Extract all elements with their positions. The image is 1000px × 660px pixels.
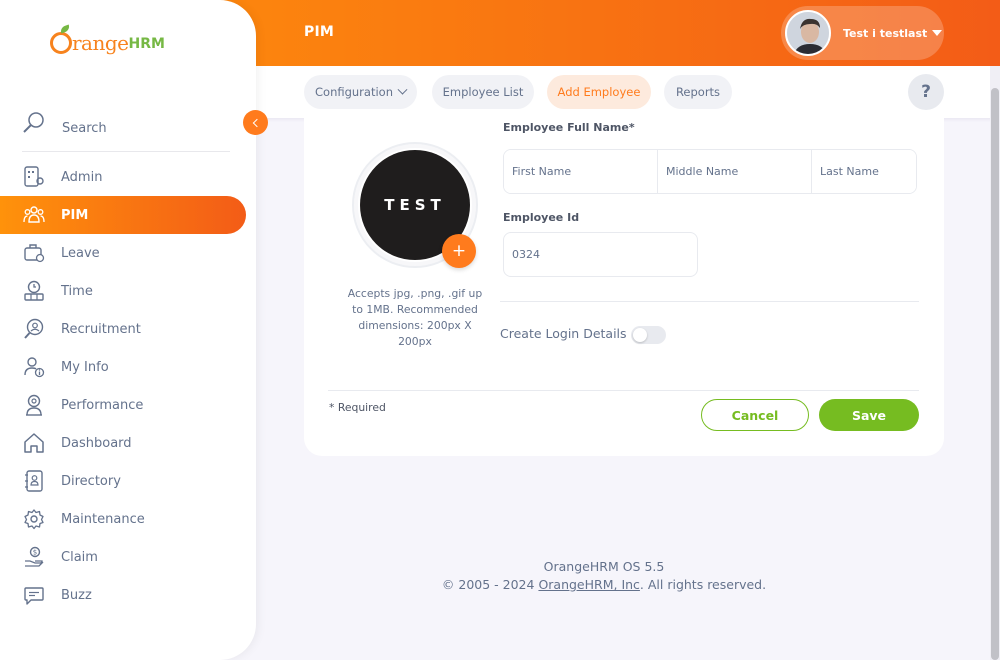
sidebar-item-label: Dashboard [61, 435, 132, 451]
people-icon [22, 203, 46, 227]
svg-text:$: $ [33, 549, 37, 557]
sidebar-item-label: Recruitment [61, 321, 141, 337]
sidebar-search[interactable]: Search [22, 110, 230, 152]
search-icon [23, 112, 44, 133]
chat-icon [22, 583, 46, 607]
home-icon [22, 431, 46, 455]
sidebar-item-recruitment[interactable]: Recruitment [0, 310, 256, 348]
award-icon [22, 393, 46, 417]
suitcase-icon [22, 241, 46, 265]
directory-icon [22, 469, 46, 493]
sidebar-item-buzz[interactable]: Buzz [0, 576, 256, 614]
full-name-label: Employee Full Name* [503, 121, 635, 134]
sidebar-item-performance[interactable]: Performance [0, 386, 256, 424]
recruitment-icon [22, 317, 46, 341]
sidebar-item-label: PIM [61, 207, 89, 223]
sidebar-item-pim[interactable]: PIM [0, 196, 246, 234]
sidebar-item-maintenance[interactable]: Maintenance [0, 500, 256, 538]
tab-reports[interactable]: Reports [664, 75, 732, 109]
chevron-down-icon [397, 84, 408, 95]
sidebar-item-directory[interactable]: Directory [0, 462, 256, 500]
sidebar-item-claim[interactable]: $ Claim [0, 538, 256, 576]
copyright-suffix: . All rights reserved. [639, 577, 767, 592]
sidebar-item-label: Leave [61, 245, 100, 261]
sidebar-item-label: Directory [61, 473, 121, 489]
search-label: Search [62, 121, 107, 136]
sidebar-item-my-info[interactable]: My Info [0, 348, 256, 386]
company-link[interactable]: OrangeHRM, Inc [538, 577, 639, 592]
divider [328, 390, 919, 391]
claim-icon: $ [22, 545, 46, 569]
divider [500, 301, 919, 302]
first-name-input[interactable] [504, 150, 658, 193]
sidebar: range HRM Search Admin PIM Leave Time Rec… [0, 0, 256, 660]
help-button[interactable]: ? [908, 74, 944, 110]
sidebar-item-dashboard[interactable]: Dashboard [0, 424, 256, 462]
footer-copyright: © 2005 - 2024 OrangeHRM, Inc. All rights… [234, 576, 974, 594]
chevron-left-icon [252, 118, 262, 127]
sidebar-item-label: Performance [61, 397, 144, 413]
tab-employee-list[interactable]: Employee List [432, 75, 534, 109]
add-photo-button[interactable]: + [442, 234, 476, 268]
copyright-prefix: © 2005 - 2024 [441, 577, 539, 592]
user-info-icon [22, 355, 46, 379]
sidebar-collapse-button[interactable] [243, 110, 268, 135]
create-login-label: Create Login Details [500, 326, 627, 341]
tab-configuration[interactable]: Configuration [304, 75, 417, 109]
admin-icon [22, 165, 46, 189]
sidebar-item-label: Maintenance [61, 511, 145, 527]
logo-leaf-icon [59, 24, 71, 34]
user-name: Test i testlast [843, 26, 928, 40]
employee-photo-text: TEST [384, 196, 446, 214]
sidebar-menu: Admin PIM Leave Time Recruitment My Info… [0, 158, 256, 614]
sidebar-item-leave[interactable]: Leave [0, 234, 256, 272]
sidebar-item-label: Time [61, 283, 93, 299]
sidebar-item-label: Buzz [61, 587, 92, 603]
logo-text: range [72, 31, 129, 55]
sidebar-item-label: Admin [61, 169, 103, 185]
gear-icon [22, 507, 46, 531]
logo-hrm: HRM [128, 36, 165, 52]
employee-id-label: Employee Id [503, 211, 580, 224]
user-dropdown[interactable]: Test i testlast [781, 6, 944, 60]
tab-configuration-label: Configuration [315, 85, 393, 99]
cancel-button[interactable]: Cancel [701, 399, 809, 431]
sidebar-item-time[interactable]: Time [0, 272, 256, 310]
create-login-toggle[interactable] [631, 326, 666, 344]
tab-add-employee[interactable]: Add Employee [547, 75, 651, 109]
pim-subnav: Configuration Employee List Add Employee… [256, 66, 990, 118]
sidebar-item-label: Claim [61, 549, 98, 565]
middle-name-input[interactable] [658, 150, 812, 193]
avatar-portrait-icon [787, 12, 829, 54]
last-name-input[interactable] [812, 150, 916, 193]
employee-id-input[interactable] [503, 232, 698, 277]
full-name-group [503, 149, 917, 194]
orangehrm-logo[interactable]: range HRM [50, 24, 165, 55]
user-avatar [785, 10, 831, 56]
clock-icon [22, 279, 46, 303]
toggle-knob [633, 328, 647, 342]
module-title: PIM [304, 24, 335, 40]
save-button[interactable]: Save [819, 399, 919, 431]
photo-hint: Accepts jpg, .png, .gif up to 1MB. Recom… [347, 287, 483, 348]
logo-orange-icon [50, 24, 72, 54]
footer-version: OrangeHRM OS 5.5 [543, 559, 665, 574]
add-employee-card: TEST + Accepts jpg, .png, .gif up to 1MB… [304, 118, 944, 456]
sidebar-item-admin[interactable]: Admin [0, 158, 256, 196]
sidebar-item-label: My Info [61, 359, 109, 375]
caret-down-icon [932, 30, 943, 36]
required-note: * Required [329, 401, 386, 414]
footer: OrangeHRM OS 5.5 © 2005 - 2024 OrangeHRM… [304, 558, 1000, 594]
